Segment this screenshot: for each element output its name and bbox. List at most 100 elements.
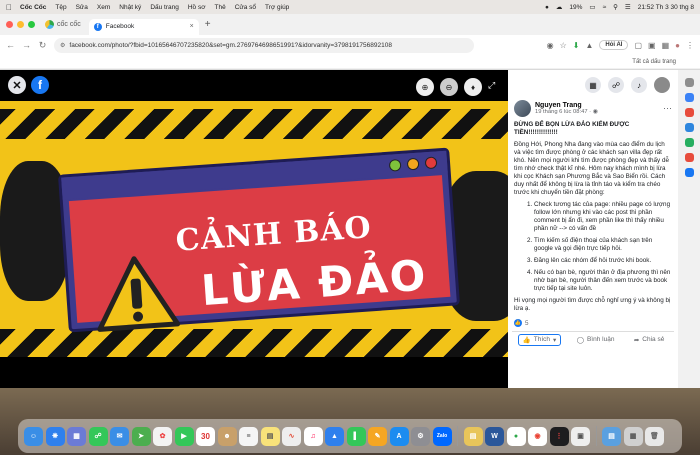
zoom-out-icon[interactable]: ⊖ <box>440 78 458 96</box>
menu-profile[interactable]: Hồ sơ <box>188 4 206 11</box>
address-bar[interactable]: ⚙ facebook.com/photo/?fbid=1016564670723… <box>54 37 474 53</box>
download-icon[interactable]: ⬇ <box>573 41 580 50</box>
more-options-icon[interactable]: ⋯ <box>663 103 672 114</box>
menu-edit[interactable]: Sửa <box>76 4 88 11</box>
photos-icon[interactable]: ✿ <box>153 426 172 446</box>
downloads-folder-icon[interactable]: ▤ <box>602 426 621 446</box>
menu-history[interactable]: Nhật ký <box>119 4 141 11</box>
record-icon[interactable]: ● <box>545 4 549 11</box>
sidebar-app-icon[interactable] <box>684 138 694 147</box>
maps-icon[interactable]: ➤ <box>131 426 151 446</box>
reactions-summary[interactable]: 👍 5 <box>508 317 678 329</box>
coccoc-icon[interactable]: ● <box>506 426 526 446</box>
browser-brand[interactable]: cốc cốc <box>45 20 81 29</box>
clock[interactable]: 21:52 Th 3 30 thg 8 <box>638 4 694 11</box>
like-reaction-icon: 👍 <box>514 319 522 327</box>
share-icon: ➦ <box>633 336 640 344</box>
menu-file[interactable]: Tệp <box>55 4 66 11</box>
app-store-icon[interactable]: A <box>389 426 409 446</box>
notes-icon[interactable]: ▤ <box>260 426 280 446</box>
comment-button[interactable]: ◯ Bình luận <box>573 335 619 345</box>
profile-avatar-icon[interactable]: ● <box>675 41 680 50</box>
search-icon[interactable]: ⚲ <box>613 3 618 11</box>
notifications-bell-icon[interactable]: ♪ <box>631 77 647 93</box>
share-button[interactable]: ➦ Chia sẻ <box>630 335 669 345</box>
messenger-icon[interactable]: ☍ <box>608 77 624 93</box>
menu-tabs[interactable]: Thẻ <box>215 4 226 11</box>
menu-view[interactable]: Xem <box>97 4 110 11</box>
keynote-icon[interactable]: ▲ <box>325 426 344 446</box>
menu-dots-icon[interactable]: ⋮ <box>686 41 694 50</box>
facebook-logo[interactable]: f <box>31 76 49 94</box>
apps-grid-icon[interactable]: ▦ <box>585 77 601 93</box>
close-window-button[interactable] <box>6 21 13 28</box>
mail-icon[interactable]: ✉ <box>110 426 129 446</box>
author-name[interactable]: Nguyen Trang <box>535 102 598 109</box>
forward-icon[interactable]: → <box>22 40 31 50</box>
launchpad-icon[interactable]: ▦ <box>67 426 86 446</box>
zoom-in-icon[interactable]: ⊕ <box>416 78 434 96</box>
finder-icon[interactable]: ☺ <box>24 426 43 446</box>
control-center-icon[interactable]: ☰ <box>625 3 631 11</box>
tab-strip: cốc cốc f Facebook × + <box>0 14 700 35</box>
sidebar-facebook-icon[interactable] <box>684 168 694 177</box>
sidebar-messenger-icon[interactable] <box>684 93 694 102</box>
trash-icon[interactable]: 🗑 <box>645 426 664 446</box>
calendar-icon[interactable]: 30 <box>196 426 215 446</box>
all-bookmarks-link[interactable]: Tất cả dấu trang <box>632 59 676 65</box>
messages-icon[interactable]: ☍ <box>88 426 108 446</box>
reload-icon[interactable]: ↻ <box>38 40 47 51</box>
pages-icon[interactable]: ✎ <box>368 426 387 446</box>
sidebar-drive-icon[interactable] <box>684 123 694 132</box>
freeform-icon[interactable]: ∿ <box>282 426 301 446</box>
site-info-icon[interactable]: ⚙ <box>60 42 65 49</box>
ask-ai-button[interactable]: Hỏi AI <box>599 40 629 50</box>
cloud-icon[interactable]: ☁ <box>556 3 563 11</box>
sidebar-add-icon[interactable] <box>684 78 694 87</box>
puzzle-icon[interactable]: ▦ <box>662 41 670 50</box>
apple-icon[interactable]:  <box>6 3 12 12</box>
system-settings-icon[interactable]: ⚙ <box>411 426 430 446</box>
close-viewer-icon[interactable]: ✕ <box>8 76 26 94</box>
brand-label: cốc cốc <box>57 21 81 28</box>
post-date[interactable]: 19 tháng 6 lúc 08:47 · ◉ <box>535 109 598 115</box>
back-icon[interactable]: ← <box>6 40 15 50</box>
preview-icon[interactable]: ▣ <box>571 426 590 446</box>
safari-icon[interactable]: ❋ <box>45 426 65 446</box>
facetime-icon[interactable]: ▶ <box>174 426 194 446</box>
fullscreen-icon[interactable]: ⤢ <box>488 80 495 91</box>
stack-icon[interactable]: ▦ <box>623 426 643 446</box>
facebook-favicon-icon: f <box>93 22 102 31</box>
sidebar-gmail-icon[interactable] <box>684 108 694 117</box>
minimize-window-button[interactable] <box>17 21 24 28</box>
extension-icon[interactable]: ▲ <box>585 41 593 50</box>
menu-help[interactable]: Trợ giúp <box>265 4 289 11</box>
screenshot-icon[interactable]: ▢ <box>634 41 642 50</box>
eye-icon[interactable]: ◉ <box>547 41 554 50</box>
sidebar-youtube-icon[interactable] <box>684 153 694 162</box>
account-avatar[interactable] <box>654 77 670 93</box>
word-icon[interactable]: W <box>485 426 504 446</box>
tag-icon[interactable]: ♦ <box>464 78 482 96</box>
author-avatar[interactable] <box>514 100 531 117</box>
chrome-icon[interactable]: ◉ <box>528 426 547 446</box>
tab-facebook[interactable]: f Facebook × <box>88 18 199 35</box>
menu-bookmarks[interactable]: Dấu trang <box>150 4 179 11</box>
wallet-icon[interactable]: ▣ <box>648 41 656 50</box>
new-tab-button[interactable]: + <box>205 19 211 30</box>
wifi-icon[interactable]: ≈ <box>603 4 607 11</box>
numbers-icon[interactable]: ▌ <box>346 426 366 446</box>
zalo-icon[interactable]: Zalo <box>432 426 452 446</box>
menu-window[interactable]: Cửa sổ <box>235 4 256 11</box>
battery-icon[interactable]: ▭ <box>589 3 595 11</box>
contacts-icon[interactable]: ☻ <box>217 426 237 446</box>
close-tab-icon[interactable]: × <box>190 23 194 30</box>
star-icon[interactable]: ☆ <box>560 41 567 50</box>
voice-memos-icon[interactable]: ⋮ <box>549 426 569 446</box>
reminders-icon[interactable]: ≡ <box>239 426 258 446</box>
like-button[interactable]: 👍 Thích ▾ <box>517 333 562 346</box>
menu-app-name[interactable]: Cốc Cốc <box>20 4 46 11</box>
music-icon[interactable]: ♫ <box>303 426 323 446</box>
maximize-window-button[interactable] <box>28 21 35 28</box>
folder-app-icon[interactable]: ▤ <box>463 426 483 446</box>
